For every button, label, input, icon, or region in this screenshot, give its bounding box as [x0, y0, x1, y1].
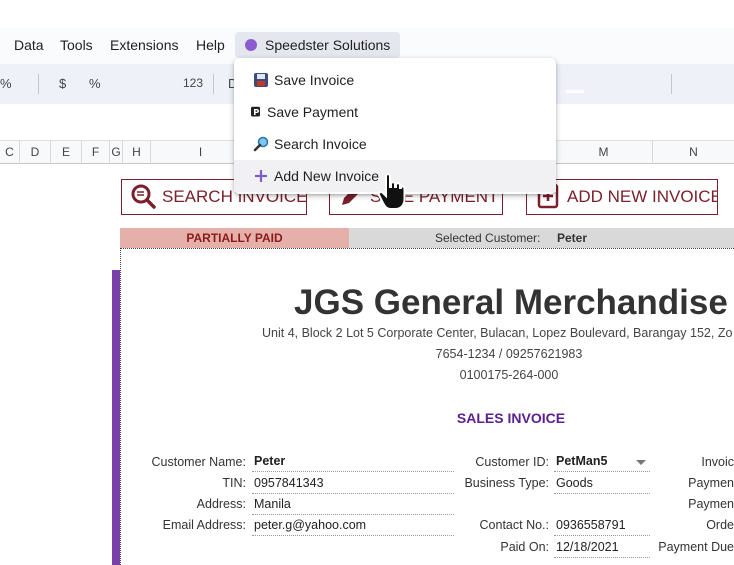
- plus-icon: [255, 170, 267, 182]
- contact-field[interactable]: 0936558791: [554, 518, 650, 536]
- toolbar-color-swatch: [566, 90, 584, 93]
- business-type-label: Business Type:: [464, 476, 549, 490]
- hand-pointer-icon: [377, 173, 406, 210]
- company-name: JGS General Merchandise: [294, 283, 728, 322]
- paid-on-label: Paid On:: [500, 540, 549, 554]
- menu-item-search-invoice[interactable]: Search Invoice: [234, 128, 556, 160]
- email-field[interactable]: peter.g@yahoo.com: [252, 518, 454, 536]
- addon-dot-icon: [245, 39, 257, 51]
- magnifier-icon: [253, 136, 269, 152]
- search-icon: [131, 184, 156, 209]
- toolbar-divider: [213, 74, 214, 94]
- selected-customer-value: Peter: [557, 231, 588, 245]
- column-header-n[interactable]: N: [653, 140, 734, 164]
- selected-customer-bar: Selected Customer: Peter: [349, 228, 734, 248]
- accent-bar: [112, 270, 120, 565]
- menu-item-save-invoice[interactable]: Save Invoice: [234, 64, 556, 96]
- company-tin: 0100175-264-000: [459, 368, 559, 382]
- menu-data[interactable]: Data: [14, 37, 44, 53]
- percent-format-left[interactable]: %: [0, 76, 12, 91]
- address-label: Address:: [196, 497, 246, 511]
- column-header-f[interactable]: F: [82, 140, 110, 164]
- customer-id-label: Customer ID:: [475, 455, 549, 469]
- column-header-e[interactable]: E: [51, 140, 82, 164]
- toolbar-divider: [38, 74, 39, 94]
- selected-customer-label: Selected Customer:: [435, 231, 541, 245]
- print-area-border: [120, 248, 121, 565]
- address-field[interactable]: Manila: [252, 497, 454, 515]
- svg-text:P: P: [253, 107, 259, 117]
- company-address: Unit 4, Block 2 Lot 5 Corporate Center, …: [262, 326, 733, 340]
- tin-field[interactable]: 0957841343: [252, 476, 454, 494]
- paid-on-field[interactable]: 12/18/2021: [554, 540, 650, 558]
- contact-label: Contact No.:: [479, 518, 549, 532]
- column-header-m[interactable]: M: [555, 140, 653, 164]
- print-area-border: [120, 248, 734, 249]
- column-header-d[interactable]: D: [20, 140, 51, 164]
- menu-item-label: Add New Invoice: [274, 168, 380, 184]
- payment-label: Paymen: [688, 476, 734, 490]
- toolbar-divider: [671, 74, 672, 94]
- invoice-title: SALES INVOICE: [456, 410, 566, 426]
- payment-due-label: Payment Due: [658, 540, 734, 554]
- menu-item-label: Search Invoice: [274, 136, 367, 152]
- menu-item-label: Save Invoice: [274, 72, 355, 88]
- add-new-invoice-label: ADD NEW INVOICE: [567, 187, 718, 206]
- addon-label: Speedster Solutions: [265, 37, 391, 53]
- payment-status-badge: PARTIALLY PAID: [120, 228, 349, 248]
- parking-p-icon: P: [251, 106, 260, 117]
- number-format-button[interactable]: 123: [183, 76, 203, 90]
- company-phones: 7654-1234 / 09257621983: [435, 347, 583, 361]
- customer-name-label: Customer Name:: [151, 455, 246, 469]
- customer-name-field[interactable]: Peter: [252, 454, 454, 472]
- percent-format-button[interactable]: %: [89, 76, 101, 91]
- floppy-disk-icon: [254, 73, 268, 87]
- payment-label-2: Paymen: [688, 497, 734, 511]
- menu-help[interactable]: Help: [196, 37, 225, 53]
- column-header-h[interactable]: H: [123, 140, 151, 164]
- column-header-g[interactable]: G: [110, 140, 123, 164]
- currency-format-button[interactable]: $: [59, 76, 66, 91]
- tin-label: TIN:: [222, 476, 246, 490]
- menu-speedster-solutions[interactable]: Speedster Solutions: [235, 32, 401, 58]
- column-header-c[interactable]: C: [0, 140, 20, 164]
- business-type-field[interactable]: Goods: [554, 476, 650, 494]
- email-label: Email Address:: [162, 518, 246, 532]
- menu-tools[interactable]: Tools: [60, 37, 93, 53]
- menu-item-save-payment[interactable]: P Save Payment: [234, 96, 556, 128]
- invoice-no-label: Invoic: [701, 455, 734, 469]
- order-label: Orde: [706, 518, 734, 532]
- menu-extensions[interactable]: Extensions: [110, 37, 178, 53]
- menu-item-label: Save Payment: [267, 104, 359, 120]
- dropdown-arrow-icon[interactable]: [636, 460, 646, 465]
